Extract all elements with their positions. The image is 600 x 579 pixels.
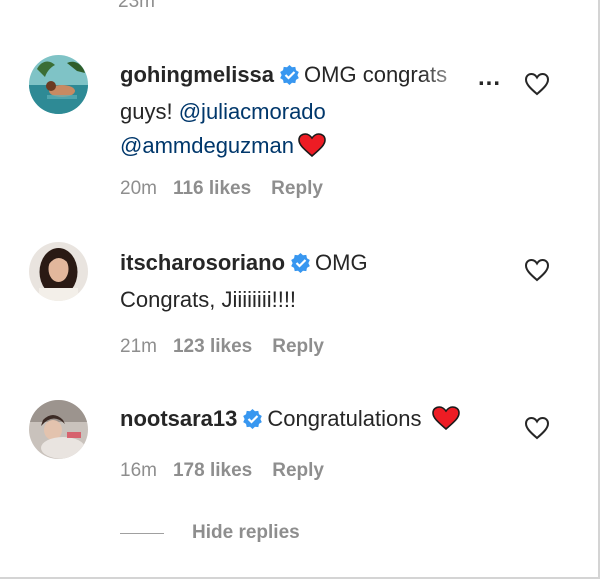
comment-time: 16m (120, 460, 157, 481)
comment-username[interactable]: nootsara13 (120, 406, 237, 431)
comment-body: nootsara13 Congratulations (120, 402, 490, 440)
comment-time: 21m (120, 336, 157, 357)
comment-text-line2: guys! (120, 99, 173, 124)
comment-time: 20m (120, 178, 157, 199)
comment-meta: 16m 178 likes Reply (120, 460, 324, 482)
more-options-button[interactable]: ... (478, 64, 501, 92)
likes-count[interactable]: 123 likes (173, 336, 252, 357)
verified-badge-icon (291, 249, 311, 283)
previous-comment-time: 23m (118, 0, 155, 12)
comment-text-line2: Congrats, Jiiiiiiii!!!! (120, 287, 297, 312)
divider-line (120, 532, 164, 534)
like-heart-icon[interactable] (524, 72, 550, 96)
likes-count[interactable]: 116 likes (173, 178, 251, 199)
heart-emoji-icon (298, 133, 326, 167)
comment-username[interactable]: itscharosoriano (120, 250, 285, 275)
comment-text: Congratulations (267, 406, 422, 431)
comment-meta: 21m 123 likes Reply (120, 336, 324, 358)
heart-emoji-icon (431, 406, 460, 440)
hide-replies-row: Hide replies (120, 518, 300, 548)
mention-link[interactable]: @juliacmorado (179, 99, 326, 124)
reply-button[interactable]: Reply (272, 460, 324, 481)
comment-username[interactable]: gohingmelissa (120, 62, 274, 87)
avatar[interactable] (29, 55, 88, 114)
reply-button[interactable]: Reply (271, 178, 323, 199)
likes-count[interactable]: 178 likes (173, 460, 252, 481)
comment-thread: 23m gohingmelissa OMG congrats guys! @jul… (0, 0, 600, 579)
comment-text: OMG (315, 250, 368, 275)
comment-meta: 20m 116 likes Reply (120, 178, 323, 200)
verified-badge-icon (243, 405, 263, 439)
avatar[interactable] (29, 400, 88, 459)
verified-badge-icon (280, 61, 300, 95)
avatar[interactable] (29, 242, 88, 301)
like-heart-icon[interactable] (524, 416, 550, 440)
hide-replies-button[interactable]: Hide replies (192, 522, 300, 544)
like-heart-icon[interactable] (524, 258, 550, 282)
mention-link[interactable]: @ammdeguzman (120, 133, 294, 158)
reply-button[interactable]: Reply (272, 336, 324, 357)
text-overflow-fade (420, 58, 478, 92)
comment-body: itscharosoriano OMG Congrats, Jiiiiiiii!!… (120, 246, 490, 317)
